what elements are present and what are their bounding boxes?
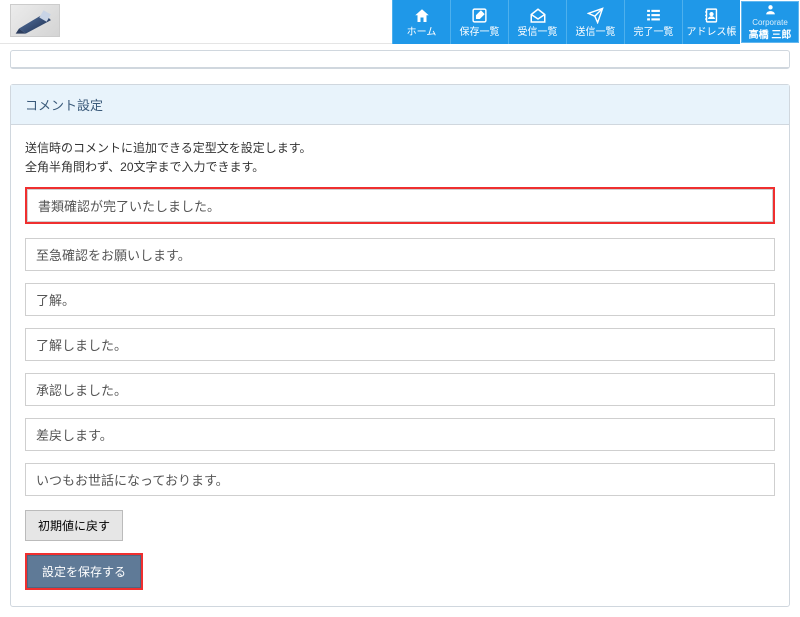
main-nav: ホーム 保存一覧 受信一覧 送信一覧 完了一覧 [392,0,800,44]
section-description: 送信時のコメントに追加できる定型文を設定します。 全角半角問わず、20文字まで入… [25,139,775,177]
section-body: 送信時のコメントに追加できる定型文を設定します。 全角半角問わず、20文字まで入… [11,125,789,606]
template-input-3[interactable] [25,328,775,361]
nav-sent[interactable]: 送信一覧 [566,0,624,44]
envelope-open-icon [529,7,547,25]
nav-label: 保存一覧 [460,28,500,38]
save-button[interactable]: 設定を保存する [27,555,141,588]
template-input-2[interactable] [25,283,775,316]
comment-settings-section: コメント設定 送信時のコメントに追加できる定型文を設定します。 全角半角問わず、… [10,84,790,607]
address-book-icon [703,7,720,25]
home-icon [413,7,431,25]
upper-panel [10,50,790,69]
nav-address[interactable]: アドレス帳 [682,0,740,44]
app-logo [10,4,60,37]
template-inputs [25,238,775,508]
list-icon [645,7,662,25]
template-input-1[interactable] [25,238,775,271]
highlighted-input-wrap [25,187,775,224]
reset-button[interactable]: 初期値に戻す [25,510,123,541]
nav-label: アドレス帳 [687,28,737,38]
user-corporate: Corporate [752,19,788,27]
nav-label: 完了一覧 [634,28,674,38]
nav-saved[interactable]: 保存一覧 [450,0,508,44]
desc-line1: 送信時のコメントに追加できる定型文を設定します。 [25,139,775,158]
user-icon [764,4,777,16]
edit-icon [471,7,488,25]
section-title: コメント設定 [11,85,789,125]
desc-line2: 全角半角問わず、20文字まで入力できます。 [25,158,775,177]
nav-inbox[interactable]: 受信一覧 [508,0,566,44]
nav-done[interactable]: 完了一覧 [624,0,682,44]
nav-home[interactable]: ホーム [392,0,450,44]
pen-icon [14,8,56,34]
nav-label: 送信一覧 [576,28,616,38]
template-input-0[interactable] [27,189,773,222]
save-highlight-wrap: 設定を保存する [25,553,143,590]
template-input-5[interactable] [25,418,775,451]
user-name: 高橋 三郎 [749,31,792,41]
nav-user[interactable]: Corporate 高橋 三郎 [740,0,800,44]
template-input-4[interactable] [25,373,775,406]
nav-label: 受信一覧 [518,28,558,38]
nav-label: ホーム [407,28,437,38]
send-icon [587,7,604,25]
template-input-6[interactable] [25,463,775,496]
reset-row: 初期値に戻す [25,510,775,541]
top-bar: ホーム 保存一覧 受信一覧 送信一覧 完了一覧 [0,0,800,44]
